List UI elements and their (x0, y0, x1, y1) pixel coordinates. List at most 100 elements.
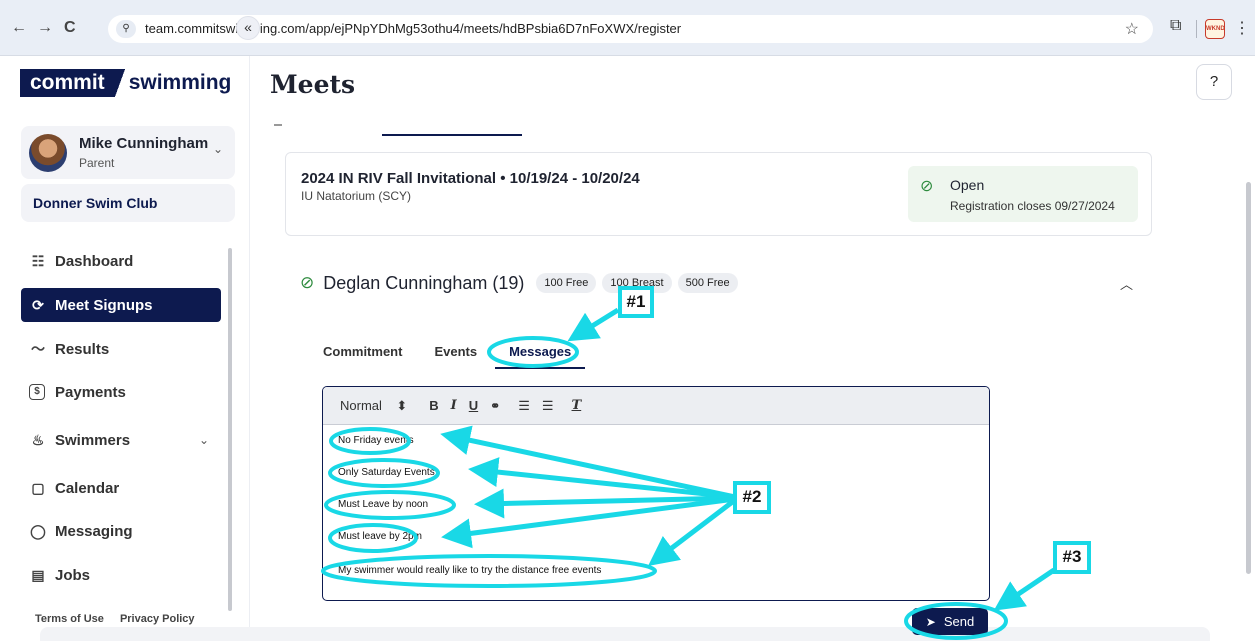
sidebar-item-label: Swimmers (55, 431, 131, 449)
message-line: No Friday events (338, 435, 414, 446)
stepper-remnant (274, 122, 282, 126)
collapse-sidebar-button[interactable]: « (236, 16, 260, 40)
logo-slash (114, 69, 125, 97)
sidebar-item-swimmers[interactable]: ♨ Swimmers ⌄ (21, 423, 221, 457)
editor-toolbar: Normal ⬍ B I U ⚭ ☰ ☰ T (323, 387, 989, 425)
main-scrollbar[interactable] (1246, 182, 1251, 574)
swimmer-name: Deglan Cunningham (19) (323, 272, 525, 293)
logo-box-text: commit (20, 69, 115, 97)
message-line: Only Saturday Events (338, 467, 435, 478)
send-label: Send (943, 614, 975, 629)
select-arrows-icon: ⬍ (396, 397, 408, 413)
toolbar-divider (1196, 20, 1197, 38)
user-menu[interactable]: Mike Cunningham Parent ⌄ (21, 126, 235, 179)
logo-word: swimming (128, 71, 232, 94)
sidebar: commit swimming Mike Cunningham Parent ⌄… (0, 56, 250, 641)
help-icon[interactable]: ? (1196, 64, 1232, 100)
commit-swimming-logo[interactable]: commit swimming (20, 69, 231, 97)
check-circle-icon: ⊘ (920, 178, 934, 195)
terms-link[interactable]: Terms of Use (35, 613, 104, 625)
sidebar-item-label: Dashboard (55, 252, 134, 270)
bold-button[interactable]: B (429, 398, 438, 413)
avatar (29, 134, 67, 172)
reload-icon[interactable]: C (64, 19, 76, 37)
sidebar-item-label: Calendar (55, 479, 120, 497)
check-circle-icon: ⊘ (300, 273, 315, 292)
privacy-link[interactable]: Privacy Policy (120, 613, 195, 625)
bookmark-star-icon[interactable]: ☆ (1125, 19, 1139, 39)
message-line: Must Leave by noon (338, 499, 429, 510)
status-text: Open (950, 177, 985, 193)
sidebar-item-label: Jobs (55, 566, 91, 584)
clear-format-icon[interactable]: T (572, 398, 582, 413)
site-info-icon[interactable]: ⚲ (116, 20, 136, 38)
club-name: Donner Swim Club (33, 195, 158, 211)
extensions-icon[interactable]: ⧉ (1170, 17, 1181, 35)
underline-button[interactable]: U (469, 398, 478, 413)
user-name: Mike Cunningham (79, 135, 209, 152)
sidebar-item-payments[interactable]: $ Payments (21, 375, 221, 409)
results-icon: 〜 (31, 341, 45, 357)
messaging-icon: ◯ (30, 522, 46, 539)
chevron-down-icon[interactable]: ⌄ (199, 433, 209, 447)
chevron-down-icon: ⌄ (212, 142, 223, 156)
tab-commitment[interactable]: Commitment (323, 344, 402, 369)
sidebar-item-label: Messaging (55, 522, 133, 540)
user-role: Parent (79, 156, 115, 170)
swimmer-header[interactable]: ⊘ Deglan Cunningham (19) 100 Free 100 Br… (300, 271, 744, 295)
event-chip: 100 Free (536, 273, 597, 293)
jobs-icon: ▤ (31, 566, 45, 583)
sidebar-item-calendar[interactable]: ▢ Calendar (21, 471, 221, 505)
tab-messages[interactable]: Messages (495, 344, 586, 369)
sidebar-item-label: Results (55, 340, 110, 358)
sidebar-item-meet-signups[interactable]: ⟳ Meet Signups (21, 288, 221, 322)
event-chip: 500 Free (677, 273, 738, 293)
meet-title: 2024 IN RIV Fall Invitational • 10/19/24… (301, 170, 640, 187)
step-tab-underline (382, 134, 522, 136)
annotation-arrow (567, 307, 620, 342)
payments-icon: $ (29, 384, 45, 400)
format-select[interactable]: Normal ⬍ (340, 398, 407, 414)
message-editor[interactable]: Normal ⬍ B I U ⚭ ☰ ☰ T No Friday events … (322, 386, 990, 601)
club-selector[interactable]: Donner Swim Club (21, 184, 235, 222)
browser-toolbar: ← → C ⚲ team.commitswimming.com/app/ejPN… (0, 0, 1255, 56)
calendar-icon: ▢ (31, 479, 45, 496)
forward-icon[interactable]: → (37, 19, 53, 37)
tab-events[interactable]: Events (434, 344, 477, 369)
bottom-panel (40, 627, 1210, 641)
meet-card: 2024 IN RIV Fall Invitational • 10/19/24… (285, 152, 1152, 236)
annotation-arrow (993, 567, 1056, 611)
annotation-label: #2 (733, 481, 771, 514)
back-icon[interactable]: ← (11, 19, 27, 37)
annotation-label: #3 (1053, 541, 1091, 574)
format-label: Normal (340, 397, 382, 413)
link-icon[interactable]: ⚭ (490, 399, 500, 413)
sidebar-item-label: Payments (55, 383, 126, 401)
profile-avatar[interactable]: WKND (1205, 19, 1225, 39)
footer-links: Terms of Use Privacy Policy (35, 613, 208, 625)
bullet-list-icon[interactable]: ☰ (542, 398, 554, 414)
send-icon: ➤ (925, 614, 936, 629)
sidebar-item-jobs[interactable]: ▤ Jobs (21, 558, 221, 592)
address-bar[interactable]: ⚲ team.commitswimming.com/app/ejPNpYDhMg… (108, 15, 1153, 43)
url-text[interactable]: team.commitswimming.com/app/ejPNpYDhMg53… (145, 21, 681, 36)
status-badge: ⊘ Open Registration closes 09/27/2024 (908, 166, 1138, 222)
swimmer-tabs: Commitment Events Messages (323, 344, 617, 369)
meet-location: IU Natatorium (SCY) (301, 189, 412, 203)
sidebar-scrollbar[interactable] (228, 248, 232, 611)
message-line: Must leave by 2pm (338, 531, 422, 542)
send-button[interactable]: ➤ Send (912, 608, 988, 635)
sidebar-item-results[interactable]: 〜 Results (21, 332, 221, 366)
page-title: Meets (270, 70, 356, 99)
sidebar-item-messaging[interactable]: ◯ Messaging (21, 514, 221, 548)
sidebar-item-label: Meet Signups (55, 296, 153, 314)
message-line: My swimmer would really like to try the … (338, 565, 602, 576)
dashboard-icon: ☷ (31, 252, 45, 269)
sidebar-item-dashboard[interactable]: ☷ Dashboard (21, 244, 221, 278)
meet-signups-icon: ⟳ (32, 296, 44, 313)
ordered-list-icon[interactable]: ☰ (518, 398, 530, 414)
registration-closes: Registration closes 09/27/2024 (950, 199, 1115, 213)
italic-button[interactable]: I (451, 398, 457, 413)
browser-menu-icon[interactable]: ⋮ (1234, 18, 1250, 38)
chevron-up-icon[interactable]: ︿ (1120, 274, 1133, 293)
